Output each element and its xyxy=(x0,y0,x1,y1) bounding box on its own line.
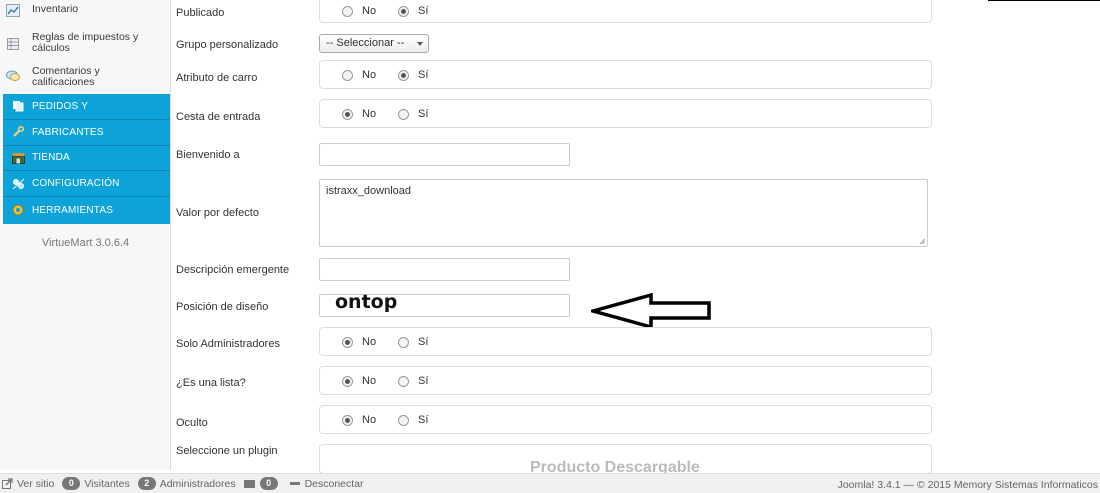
radio-button[interactable] xyxy=(342,69,353,81)
es-lista-no-option[interactable]: No xyxy=(342,375,376,387)
atributo-no-option[interactable]: No xyxy=(342,69,376,81)
minus-icon xyxy=(289,481,300,485)
sidebar-item-label: Inventario xyxy=(32,3,79,15)
menu-item-tienda[interactable]: TIENDA xyxy=(3,146,170,172)
sidebar-item-label: Comentarios y calificaciones xyxy=(32,65,100,88)
grupo-select[interactable]: -- Seleccionar -- xyxy=(319,34,429,53)
menu-item-fabricantes[interactable]: FABRICANTES xyxy=(3,120,170,146)
posicion-value: ontop xyxy=(335,291,398,313)
resize-handle-icon[interactable] xyxy=(919,238,926,245)
sidebar: Inventario Reglas de impuestos y cálculo… xyxy=(0,0,171,470)
external-link-icon xyxy=(2,478,13,489)
atributo-radio-group: No Sí xyxy=(319,60,932,89)
admins-badge: 2 xyxy=(137,477,156,490)
envelope-icon xyxy=(243,479,255,488)
radio-button[interactable] xyxy=(342,5,353,17)
plugin-panel: Producto Descargable xyxy=(319,444,932,474)
es-lista-radio-group: No Sí xyxy=(319,366,932,395)
sidebar-menu: PEDIDOS Y FABRICANTES TIENDA CONFIGURACI… xyxy=(3,94,170,224)
menu-item-label: HERRAMIENTAS xyxy=(32,204,114,216)
config-icon xyxy=(11,178,25,190)
chevron-down-icon xyxy=(417,42,423,46)
cesta-radio-group: No Sí xyxy=(319,99,932,128)
annotation-arrow-icon xyxy=(591,292,711,330)
table-icon xyxy=(6,37,20,50)
chart-icon xyxy=(6,4,20,17)
tools-icon xyxy=(11,204,25,216)
oculto-label: Oculto xyxy=(176,417,208,429)
cesta-no-option[interactable]: No xyxy=(342,108,376,120)
radio-button[interactable] xyxy=(342,414,353,426)
product-field-form: Publicado No Sí Grupo personalizado -- S… xyxy=(171,0,1100,474)
ver-sitio-link[interactable]: Ver sitio xyxy=(2,478,54,490)
sidebar-item-reglas[interactable]: Reglas de impuestos y cálculos xyxy=(6,32,166,54)
solo-admin-si-option[interactable]: Sí xyxy=(398,336,428,348)
sidebar-item-comentarios[interactable]: Comentarios y calificaciones xyxy=(6,66,166,88)
menu-item-label: CONFIGURACIÓN xyxy=(32,178,120,190)
visitantes-status: 0 Visitantes xyxy=(62,477,130,490)
radio-button[interactable] xyxy=(342,108,353,120)
version-label: VirtueMart 3.0.6.4 xyxy=(41,237,130,249)
descripcion-label: Descripción emergente xyxy=(176,264,290,276)
publicado-label: Publicado xyxy=(176,7,225,19)
solo-admin-radio-group: No Sí xyxy=(319,327,932,356)
posicion-label: Posición de diseño xyxy=(176,301,269,313)
desconectar-link[interactable]: Desconectar xyxy=(289,478,364,490)
oculto-si-option[interactable]: Sí xyxy=(398,414,428,426)
status-bar: Ver sitio 0 Visitantes 2 Administradores… xyxy=(0,473,1100,493)
oculto-no-option[interactable]: No xyxy=(342,414,376,426)
footer-copyright: Joomla! 3.4.1 — © 2015 Memory Sistemas I… xyxy=(837,479,1098,491)
store-icon xyxy=(11,152,25,164)
oculto-radio-group: No Sí xyxy=(319,405,932,434)
radio-button[interactable] xyxy=(398,108,409,120)
solo-admin-label: Solo Administradores xyxy=(176,338,280,350)
menu-item-pedidos[interactable]: PEDIDOS Y xyxy=(3,94,170,120)
es-lista-label: ¿Es una lista? xyxy=(176,377,246,389)
radio-button[interactable] xyxy=(342,336,353,348)
administradores-status: 2 Administradores xyxy=(137,477,236,490)
radio-button[interactable] xyxy=(342,375,353,387)
cesta-si-option[interactable]: Sí xyxy=(398,108,428,120)
publicado-radio-group: No Sí xyxy=(319,0,932,23)
messages-badge: 0 xyxy=(259,477,278,490)
menu-item-label: FABRICANTES xyxy=(32,126,104,138)
posicion-input[interactable]: ontop xyxy=(319,291,570,317)
solo-admin-no-option[interactable]: No xyxy=(342,336,376,348)
menu-item-herramientas[interactable]: HERRAMIENTAS xyxy=(3,197,170,223)
divider xyxy=(988,0,1100,1)
radio-button[interactable] xyxy=(398,414,409,426)
plugin-heading: Producto Descargable xyxy=(530,459,700,474)
sidebar-item-label: Reglas de impuestos y cálculos xyxy=(32,31,139,54)
plugin-label: Seleccione un plugin xyxy=(176,445,278,457)
radio-button[interactable] xyxy=(398,5,409,17)
radio-button[interactable] xyxy=(398,69,409,81)
descripcion-input[interactable] xyxy=(319,258,570,281)
radio-button[interactable] xyxy=(398,336,409,348)
menu-item-label: PEDIDOS Y xyxy=(32,100,89,112)
comment-icon xyxy=(6,69,20,82)
publicado-no-option[interactable]: No xyxy=(342,5,376,17)
messages-status[interactable]: 0 xyxy=(243,477,282,490)
bienvenido-input[interactable] xyxy=(319,143,570,166)
atributo-si-option[interactable]: Sí xyxy=(398,69,428,81)
visitantes-badge: 0 xyxy=(62,477,81,490)
valor-textarea[interactable]: istraxx_download xyxy=(319,179,928,247)
wrench-icon xyxy=(11,126,25,138)
menu-item-label: TIENDA xyxy=(32,152,70,164)
valor-label: Valor por defecto xyxy=(176,207,259,219)
sidebar-item-inventario[interactable]: Inventario xyxy=(6,4,166,17)
publicado-si-option[interactable]: Sí xyxy=(398,5,428,17)
bienvenido-label: Bienvenido a xyxy=(176,149,240,161)
es-lista-si-option[interactable]: Sí xyxy=(398,375,428,387)
menu-item-configuracion[interactable]: CONFIGURACIÓN xyxy=(3,171,170,198)
radio-button[interactable] xyxy=(398,375,409,387)
atributo-label: Atributo de carro xyxy=(176,72,258,84)
grupo-label: Grupo personalizado xyxy=(176,39,279,51)
copy-icon xyxy=(11,100,25,112)
cesta-label: Cesta de entrada xyxy=(176,111,261,123)
